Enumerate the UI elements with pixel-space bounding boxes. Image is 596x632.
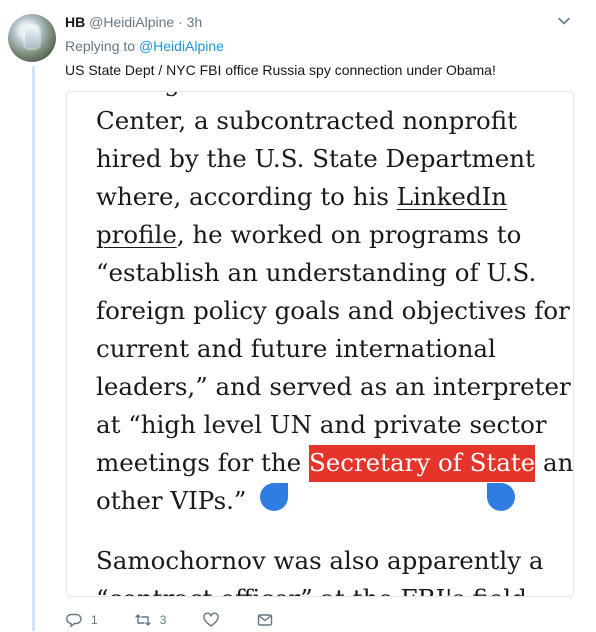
article-screenshot[interactable]: manager at the Meridian International Ce… [66, 91, 574, 597]
selection-handle-start [260, 483, 288, 511]
tweet-header: HB @HeidiAlpine · 3h [65, 12, 202, 32]
article-line: manager at the Meridian International [96, 92, 573, 102]
article-line: “contract officer” at the FBI's field [96, 580, 566, 596]
article-line: where, according to his LinkedIn [96, 178, 566, 216]
reply-icon [66, 613, 82, 627]
thread-line [32, 66, 35, 631]
like-button[interactable] [202, 611, 220, 629]
profile-link: profile [96, 220, 177, 249]
separator: · [178, 14, 183, 30]
article-text-segment: where, according to his [96, 182, 397, 211]
article-line: Samochornov was also apparently a [96, 546, 544, 575]
article-text-segment: , he worked on programs to [176, 220, 522, 249]
replying-to-link[interactable]: @HeidiAlpine [139, 38, 224, 54]
like-icon [203, 612, 220, 627]
reply-count: 1 [91, 613, 98, 627]
chevron-down-icon[interactable] [556, 13, 572, 29]
article-line: “establish an understanding of U.S. [96, 258, 537, 287]
selection-handle-end [487, 483, 515, 511]
tweet-text: US State Dept / NYC FBI office Russia sp… [65, 62, 496, 78]
author-handle[interactable]: @HeidiAlpine [89, 14, 174, 30]
author-name[interactable]: HB [65, 14, 85, 30]
retweet-icon [134, 614, 151, 626]
replying-prefix: Replying to [65, 38, 139, 54]
article-line: hired by the U.S. State Department [96, 144, 535, 173]
selected-text-highlight: Secretary of State [308, 445, 536, 482]
article-text-segment: meetings for the [96, 448, 309, 477]
message-icon [258, 614, 273, 626]
retweet-count: 3 [159, 613, 167, 627]
replying-to: Replying to @HeidiAlpine [65, 37, 224, 55]
article-line: Center, a subcontracted nonprofit [96, 106, 517, 135]
article-text-segment: and [542, 448, 574, 477]
article-line: profile, he worked on programs to [96, 216, 566, 254]
retweet-button[interactable]: 3 [134, 611, 167, 629]
avatar[interactable] [8, 14, 56, 62]
article-text: manager at the Meridian International Ce… [96, 92, 573, 596]
article-line: meetings for the Secretary of State and [96, 444, 573, 482]
message-button[interactable] [256, 611, 274, 629]
article-line: foreign policy goals and objectives for [96, 296, 570, 325]
reply-button[interactable]: 1 [65, 611, 98, 629]
article-line: at “high level UN and private sector [96, 410, 547, 439]
linkedin-link: LinkedIn [396, 182, 508, 211]
article-line: leaders,” and served as an interpreter [96, 372, 571, 401]
article-line: current and future international [96, 334, 496, 363]
tweet-actions: 1 3 [65, 608, 310, 632]
timestamp[interactable]: 3h [187, 14, 203, 30]
